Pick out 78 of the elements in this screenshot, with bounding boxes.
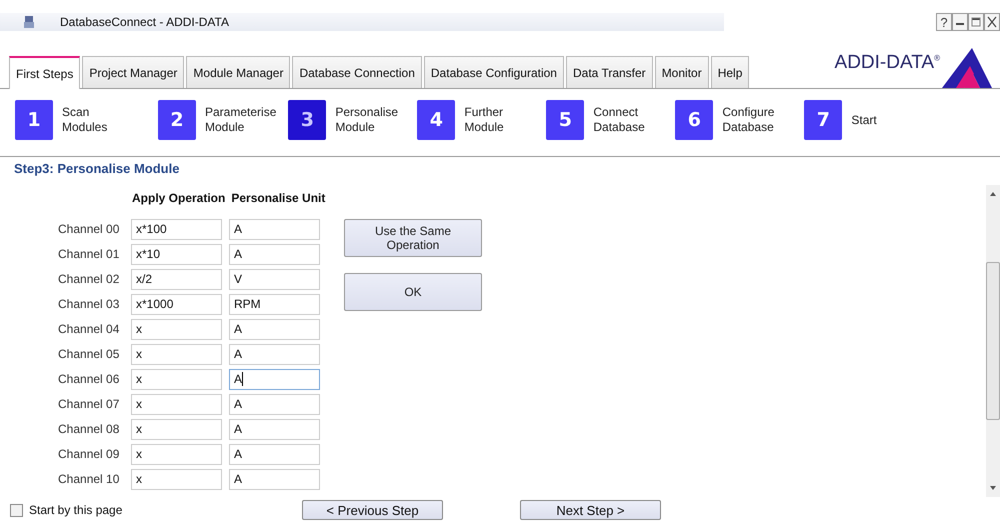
unit-field[interactable]: A <box>229 244 320 264</box>
step-number[interactable]: 1 <box>15 100 53 140</box>
close-icon <box>987 16 997 28</box>
previous-step-button[interactable]: < Previous Step <box>302 500 443 520</box>
step-label: Personalise Module <box>335 105 400 135</box>
channel-label: Channel 04 <box>58 322 120 336</box>
tab[interactable]: Database Configuration <box>424 56 564 88</box>
operation-field[interactable]: x*10 <box>131 244 222 264</box>
step-number[interactable]: 3 <box>288 100 326 140</box>
scroll-thumb[interactable] <box>986 262 1000 420</box>
step-number[interactable]: 5 <box>546 100 584 140</box>
channel-label: Channel 10 <box>58 472 120 486</box>
tab[interactable]: Database Connection <box>292 56 422 88</box>
operation-field[interactable]: x/2 <box>131 268 222 290</box>
step-label: Connect Database <box>593 105 646 135</box>
operation-field[interactable]: x*100 <box>131 218 222 240</box>
checkbox[interactable] <box>10 504 23 516</box>
channel-label: Channel 02 <box>58 272 120 286</box>
operation-field[interactable]: x <box>131 344 222 364</box>
logo-icon <box>942 48 992 88</box>
unit-field[interactable]: A <box>229 468 320 490</box>
unit-field[interactable]: RPM <box>229 294 320 314</box>
tab[interactable]: Project Manager <box>82 56 184 88</box>
step-label: Further Module <box>464 105 505 135</box>
channel-label: Channel 08 <box>58 422 120 436</box>
tab[interactable]: Monitor <box>654 56 709 88</box>
channel-label: Channel 01 <box>58 247 120 261</box>
channel-label: Channel 09 <box>58 447 120 461</box>
step-label: Start <box>851 112 878 128</box>
step-number[interactable]: 2 <box>158 100 196 140</box>
tab[interactable]: Module Manager <box>186 56 290 88</box>
unit-field[interactable]: A <box>229 418 320 440</box>
operation-field[interactable]: x*1000 <box>131 294 222 314</box>
logo-text: ADDI-DATA$^{®}$ <box>834 52 940 74</box>
operation-field[interactable]: x <box>131 468 222 490</box>
scroll-down-icon[interactable] <box>989 485 997 491</box>
section-title: Step3: Personalise Module <box>14 161 180 176</box>
checkbox-label: Start by this page <box>29 503 122 517</box>
operation-field[interactable]: x <box>131 368 222 390</box>
next-step-button[interactable]: Next Step > <box>520 500 661 520</box>
channel-label: Channel 05 <box>58 347 120 361</box>
column-header: Personalise Unit <box>231 191 326 207</box>
tab[interactable]: Data Transfer <box>566 56 653 88</box>
unit-field[interactable]: A <box>229 344 320 364</box>
step-label: Parameterise Module <box>205 105 276 135</box>
operation-field[interactable]: x <box>131 318 222 340</box>
scroll-up-icon[interactable] <box>989 191 997 197</box>
unit-field[interactable]: A <box>229 394 320 414</box>
step-label: Scan Modules <box>62 105 108 135</box>
channel-label: Channel 06 <box>58 372 120 386</box>
unit-field[interactable]: A <box>229 318 320 340</box>
app-icon <box>24 16 34 28</box>
action-button[interactable]: Use the Same Operation <box>344 219 482 257</box>
help-button[interactable]: ? <box>936 13 952 31</box>
scrollbar[interactable] <box>986 185 1000 497</box>
step-label: Configure Database <box>722 105 776 135</box>
step-number[interactable]: 6 <box>675 100 714 140</box>
minimize-button[interactable] <box>952 13 968 31</box>
action-button[interactable]: OK <box>344 273 482 311</box>
operation-field[interactable]: x <box>131 418 222 440</box>
channel-label: Channel 07 <box>58 397 120 411</box>
channel-label: Channel 03 <box>58 297 120 311</box>
close-button[interactable] <box>984 13 1000 31</box>
window-title: DatabaseConnect - ADDI-DATA <box>60 15 229 29</box>
operation-field[interactable]: x <box>131 444 222 464</box>
tab[interactable]: First Steps <box>9 56 80 89</box>
tab[interactable]: Help <box>710 56 750 88</box>
column-header: Apply Operation <box>132 191 226 207</box>
unit-field[interactable]: A <box>229 218 320 240</box>
step-number[interactable]: 4 <box>417 100 456 140</box>
unit-field[interactable]: V <box>229 268 320 290</box>
maximize-icon <box>971 17 981 27</box>
maximize-button[interactable] <box>968 13 984 31</box>
step-number[interactable]: 7 <box>804 100 842 140</box>
unit-field[interactable]: A <box>229 368 320 390</box>
operation-field[interactable]: x <box>131 394 222 414</box>
unit-field[interactable]: A <box>229 444 320 464</box>
channel-label: Channel 00 <box>58 222 120 236</box>
